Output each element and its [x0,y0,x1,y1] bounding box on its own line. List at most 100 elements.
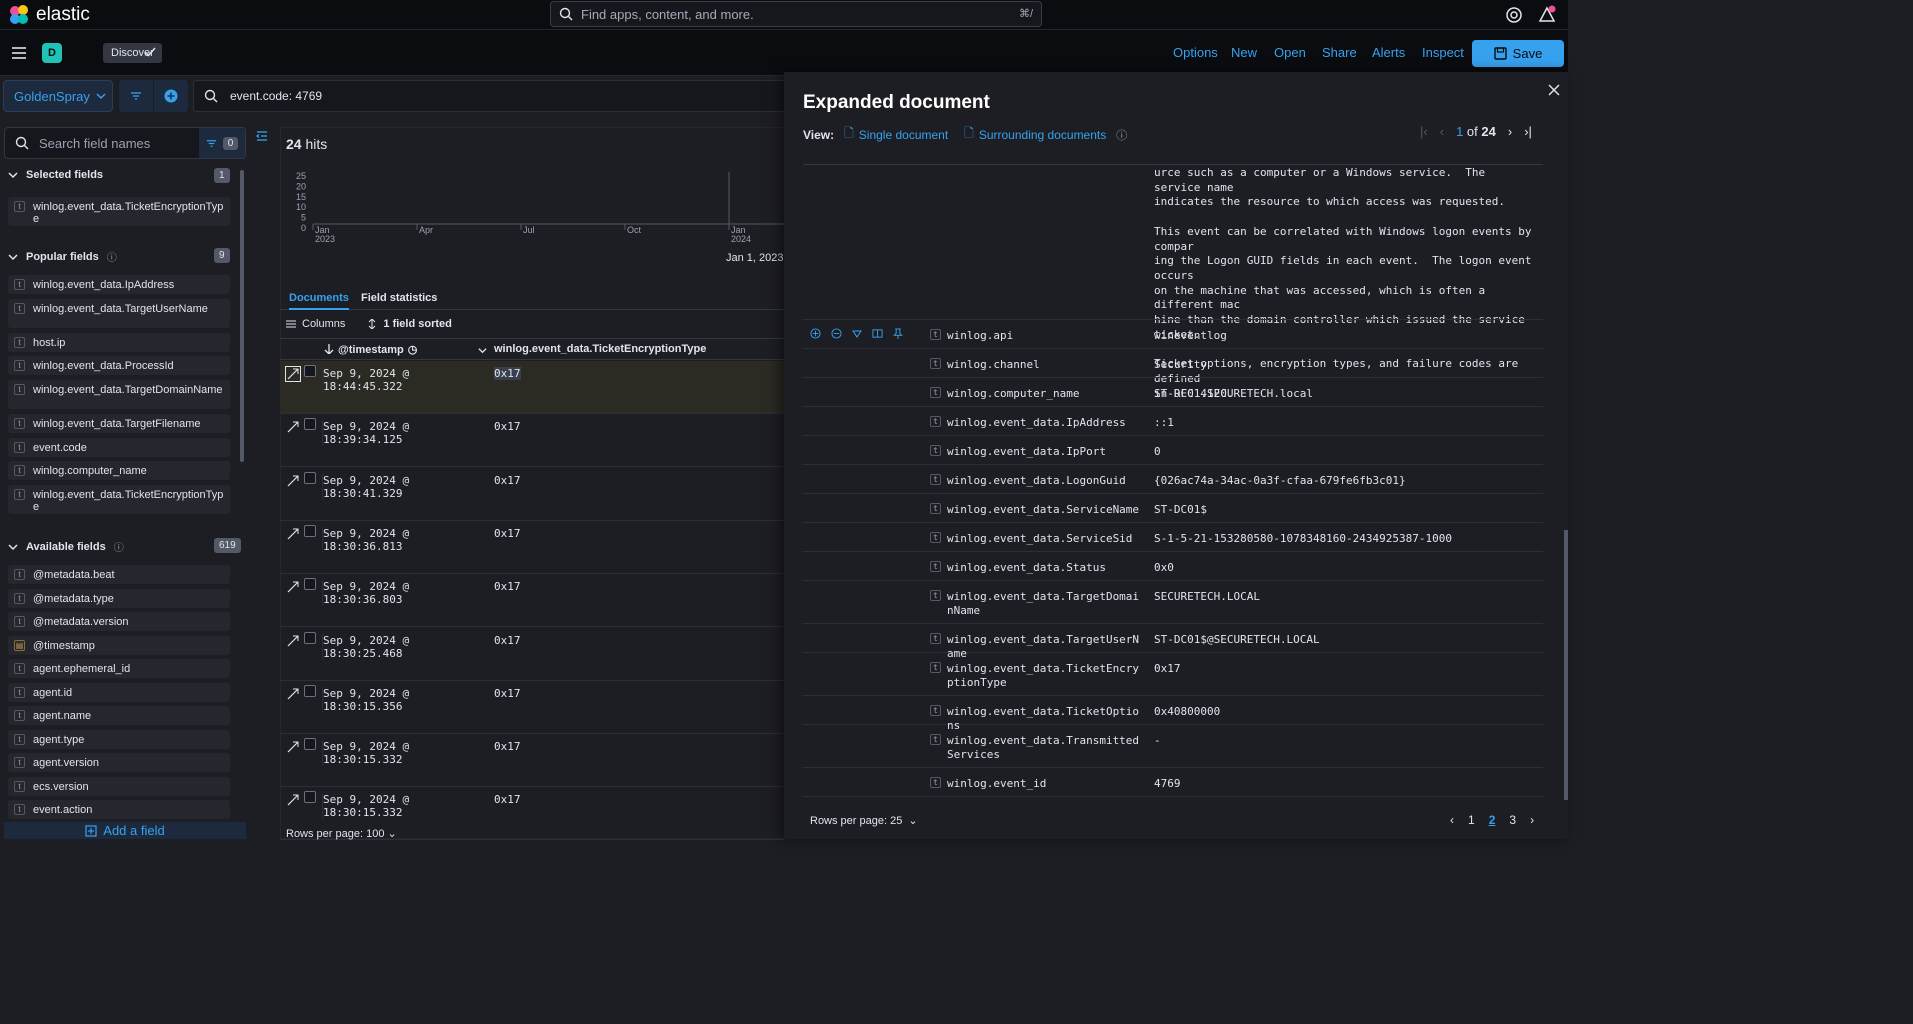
available-field-item[interactable]: t agent.type [8,730,230,749]
popular-field-item[interactable]: t host.ip [8,333,230,352]
row-checkbox[interactable] [304,791,316,804]
prev-page-icon[interactable]: ‹ [1440,124,1444,139]
inspect-link[interactable]: Inspect [1422,45,1464,60]
elastic-logo[interactable]: elastic [8,4,90,26]
expand-icon[interactable] [286,580,300,594]
sort-button[interactable]: 1 field sorted [367,318,452,330]
row-checkbox[interactable] [304,365,316,377]
query-input[interactable]: event.code: 4769 [193,80,793,112]
share-link[interactable]: Share [1322,45,1357,60]
document-field-row[interactable]: t winlog.api wineventlog [803,320,1543,349]
popular-field-item[interactable]: t winlog.event_data.IpAddress [8,275,230,294]
document-field-row[interactable]: t winlog.event_data.TargetUserName ST-DC01… [803,624,1543,660]
document-field-row[interactable]: t winlog.event_id 4769 [803,768,1543,797]
popular-field-item[interactable]: t winlog.event_data.TargetFilename [8,414,230,433]
table-row[interactable]: Sep 9, 2024 @ 18:30:41.329 0x17 [280,468,785,521]
menu-icon[interactable] [11,45,27,61]
next-page-icon[interactable]: › [1530,813,1534,827]
row-checkbox[interactable] [304,471,316,484]
close-icon[interactable] [1548,84,1560,96]
available-field-item[interactable]: t event.action [8,800,230,819]
sort-down-icon[interactable] [324,344,334,354]
flyout-scrollbar[interactable] [1564,530,1568,800]
table-row[interactable]: Sep 9, 2024 @ 18:30:36.803 0x17 [280,574,785,628]
column-header-timestamp[interactable]: @timestamp ◷ [338,343,417,357]
document-field-row[interactable]: t winlog.event_data.TargetDomainName SECUR… [803,581,1543,624]
document-field-row[interactable]: t winlog.event_data.TransmittedServices - [803,725,1543,768]
selected-field-item[interactable]: t winlog.event_data.TicketEncryptionType [8,197,230,226]
collapse-sidebar-icon[interactable] [256,130,268,142]
tab-field-statistics[interactable]: Field statistics [361,292,437,304]
popular-field-item[interactable]: t winlog.event_data.TargetDomainName [8,380,230,409]
row-checkbox[interactable] [304,738,316,751]
available-field-item[interactable]: t ecs.version [8,777,230,796]
field-search-input[interactable]: Search field names 0 [4,127,246,159]
available-field-item[interactable]: t agent.name [8,706,230,725]
document-field-row[interactable]: t winlog.event_data.ServiceSid S-1-5-21-15… [803,523,1543,552]
expand-icon[interactable] [286,793,300,807]
add-filter-button[interactable] [154,80,188,112]
popular-field-item[interactable]: t winlog.event_data.TargetUserName [8,299,230,328]
first-page-icon[interactable]: |‹ [1420,124,1428,139]
expand-icon[interactable] [286,474,300,488]
single-document-link[interactable]: 🗋 Single document [844,124,948,145]
document-field-row[interactable]: t winlog.event_data.Status 0x0 [803,552,1543,581]
rows-per-page-selector[interactable]: Rows per page: 100 ⌄ [286,827,397,840]
options-link[interactable]: Options [1173,45,1218,60]
next-page-icon[interactable]: › [1508,124,1512,139]
row-checkbox[interactable] [304,418,316,431]
available-field-item[interactable]: t agent.id [8,683,230,702]
available-fields-header[interactable]: Available fields ⓘ [8,539,124,554]
table-row[interactable]: Sep 9, 2024 @ 18:39:34.125 0x17 [280,414,785,468]
table-row[interactable]: Sep 9, 2024 @ 18:30:25.468 0x17 [280,628,785,681]
expand-icon[interactable] [286,420,300,434]
surrounding-documents-link[interactable]: 🗋 Surrounding documents [964,124,1106,145]
flyout-rows-per-page[interactable]: Rows per page: 25 ⌄ [810,814,918,828]
document-field-row[interactable]: t winlog.event_data.IpPort 0 [803,436,1543,465]
table-row[interactable]: Sep 9, 2024 @ 18:30:15.356 0x17 [280,681,785,734]
available-field-item[interactable]: t agent.ephemeral_id [8,659,230,678]
popular-fields-header[interactable]: Popular fields ⓘ [8,249,117,264]
document-field-row[interactable]: t winlog.computer_name ST-DC01.SECURETECH.… [803,378,1543,407]
space-avatar[interactable]: D [42,43,62,63]
popular-field-item[interactable]: t winlog.event_data.ProcessId [8,356,230,375]
expand-icon[interactable] [286,687,300,701]
document-field-row[interactable]: t winlog.event_data.LogonGuid {026ac74a-34… [803,465,1543,494]
popular-field-item[interactable]: t winlog.event_data.TicketEncryptionType [8,485,230,514]
document-field-row[interactable]: t winlog.channel Security [803,349,1543,378]
row-checkbox[interactable] [304,631,316,644]
document-field-row[interactable]: t winlog.event_data.ServiceName ST-DC01$ [803,494,1543,523]
sidebar-scrollbar[interactable] [240,170,244,462]
row-checkbox[interactable] [304,524,316,537]
last-page-icon[interactable]: ›| [1524,124,1532,139]
table-row[interactable]: Sep 9, 2024 @ 18:30:15.332 0x17 [280,734,785,788]
row-checkbox[interactable] [304,578,316,591]
row-checkbox[interactable] [304,684,316,697]
open-link[interactable]: Open [1274,45,1306,60]
document-field-row[interactable]: t winlog.event_data.IpAddress::1 [803,407,1543,436]
popular-field-item[interactable]: t winlog.computer_name [8,461,230,480]
histogram-chart[interactable]: 2520151050Jan2023AprJulOctJan2024Apr [286,166,786,276]
add-field-button[interactable]: Add a field [4,822,246,839]
field-type-filter-button[interactable]: 0 [199,128,245,158]
help-icon[interactable] [1505,6,1523,24]
document-field-row[interactable]: t winlog.event_data.TicketOptions 0x408000… [803,696,1543,732]
save-button[interactable]: Save [1472,40,1564,67]
columns-button[interactable]: Columns [286,318,345,330]
page-3[interactable]: 3 [1509,813,1516,827]
expand-icon[interactable] [286,527,300,541]
new-link[interactable]: New [1231,45,1257,60]
page-2[interactable]: 2 [1489,813,1496,827]
document-field-row[interactable]: t winlog.event_data.TicketEncryptionType 0… [803,653,1543,696]
selected-fields-header[interactable]: Selected fields [8,169,103,181]
column-header-field[interactable]: winlog.event_data.TicketEncryptionType [494,343,706,355]
available-field-item[interactable]: t agent.version [8,753,230,772]
expand-icon[interactable] [285,366,301,382]
data-view-picker[interactable]: GoldenSpray [3,80,113,112]
news-feed-icon[interactable] [1537,5,1557,25]
chevron-down-icon[interactable] [478,346,487,355]
filter-menu-button[interactable] [119,80,153,112]
tab-documents[interactable]: Documents [289,292,349,310]
popular-field-item[interactable]: t event.code [8,438,230,457]
global-search-input[interactable]: Find apps, content, and more. ⌘/ [550,1,1042,27]
